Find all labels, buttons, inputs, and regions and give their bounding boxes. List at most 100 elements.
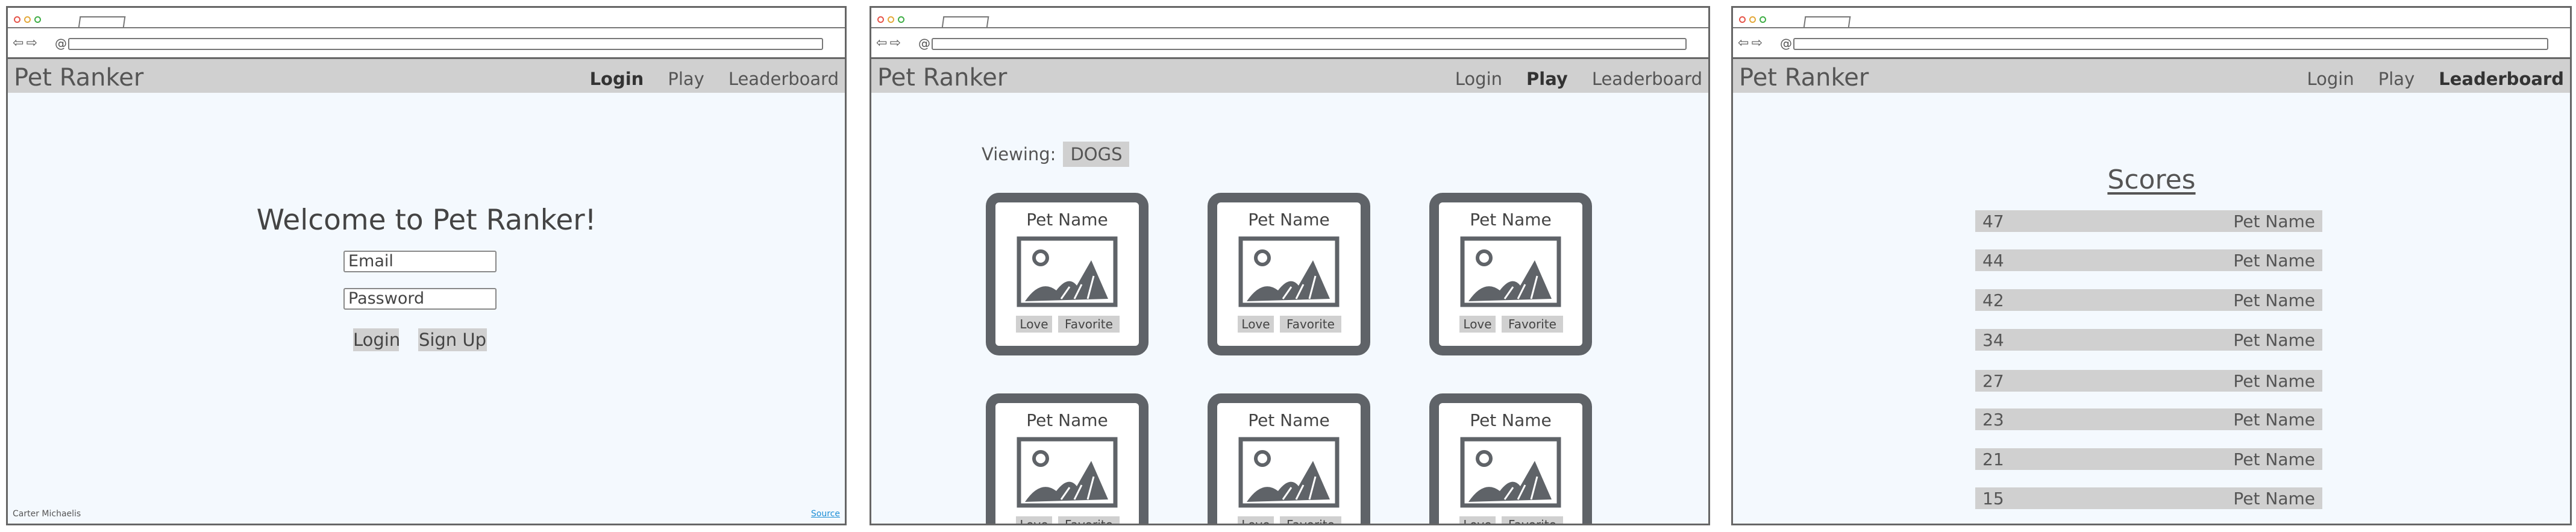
main-nav: Login Play Leaderboard bbox=[590, 69, 839, 89]
pet-card: Pet Name Love Favorite bbox=[986, 393, 1149, 524]
score-row[interactable]: 23 Pet Name bbox=[1975, 408, 2322, 430]
maximize-window-icon[interactable] bbox=[898, 16, 904, 23]
score-row[interactable]: 27 Pet Name bbox=[1975, 370, 2322, 392]
score-row[interactable]: 47 Pet Name bbox=[1975, 210, 2322, 232]
score-value: 23 bbox=[1982, 409, 2004, 430]
favorite-button[interactable]: Favorite bbox=[1502, 516, 1563, 524]
pet-name: Pet Name bbox=[1470, 210, 1552, 230]
browser-chrome: ⇦ ⇨ @ bbox=[1733, 8, 2570, 59]
app-header: Pet Ranker Login Play Leaderboard bbox=[871, 59, 1708, 93]
browser-window-leaderboard: ⇦ ⇨ @ Pet Ranker Login Play Leaderboard … bbox=[1731, 6, 2572, 525]
close-window-icon[interactable] bbox=[877, 16, 884, 23]
window-controls bbox=[877, 16, 904, 23]
love-button[interactable]: Love bbox=[1459, 316, 1496, 333]
score-value: 21 bbox=[1982, 449, 2004, 469]
close-window-icon[interactable] bbox=[1739, 16, 1746, 23]
main-nav: Login Play Leaderboard bbox=[1455, 69, 1702, 89]
app-header: Pet Ranker Login Play Leaderboard bbox=[8, 59, 845, 93]
address-bar[interactable] bbox=[932, 38, 1687, 50]
app-header: Pet Ranker Login Play Leaderboard bbox=[1733, 59, 2570, 93]
globe-icon: @ bbox=[55, 36, 67, 51]
pet-card: Pet Name Love Favorite bbox=[1429, 393, 1592, 524]
favorite-button[interactable]: Favorite bbox=[1058, 516, 1120, 524]
globe-icon: @ bbox=[918, 36, 930, 51]
address-bar[interactable] bbox=[1793, 38, 2548, 50]
sign-up-button[interactable]: Sign Up bbox=[418, 328, 487, 351]
favorite-button[interactable]: Favorite bbox=[1502, 316, 1563, 333]
nav-login[interactable]: Login bbox=[2307, 69, 2354, 89]
score-value: 47 bbox=[1982, 211, 2004, 231]
favorite-button[interactable]: Favorite bbox=[1280, 316, 1341, 333]
browser-window-login: ⇦ ⇨ @ Pet Ranker Login Play Leaderboard … bbox=[6, 6, 847, 525]
login-button[interactable]: Login bbox=[353, 328, 400, 351]
favorite-button[interactable]: Favorite bbox=[1280, 516, 1341, 524]
pet-name: Pet Name bbox=[2233, 330, 2315, 350]
love-button[interactable]: Love bbox=[1016, 316, 1052, 333]
source-link[interactable]: Source bbox=[811, 509, 840, 519]
nav-leaderboard[interactable]: Leaderboard bbox=[1592, 69, 1702, 89]
app-title[interactable]: Pet Ranker bbox=[14, 64, 143, 92]
love-button[interactable]: Love bbox=[1238, 316, 1274, 333]
score-value: 27 bbox=[1982, 371, 2004, 391]
main-nav: Login Play Leaderboard bbox=[2307, 69, 2565, 89]
tab-strip-divider bbox=[871, 27, 1708, 28]
pet-name: Pet Name bbox=[2233, 488, 2315, 509]
viewing-filter: Viewing: DOGS bbox=[982, 142, 1130, 167]
pet-name: Pet Name bbox=[2233, 290, 2315, 310]
nav-leaderboard[interactable]: Leaderboard bbox=[729, 69, 839, 89]
category-selector[interactable]: DOGS bbox=[1063, 142, 1130, 167]
minimize-window-icon[interactable] bbox=[1749, 16, 1756, 23]
nav-leaderboard[interactable]: Leaderboard bbox=[2439, 69, 2564, 89]
score-value: 15 bbox=[1982, 488, 2004, 509]
love-button[interactable]: Love bbox=[1016, 516, 1052, 524]
address-bar[interactable] bbox=[68, 38, 823, 50]
scores-heading: Scores bbox=[2107, 164, 2196, 195]
forward-arrow-icon[interactable]: ⇨ bbox=[26, 37, 37, 50]
forward-arrow-icon[interactable]: ⇨ bbox=[889, 37, 900, 50]
back-arrow-icon[interactable]: ⇦ bbox=[876, 37, 887, 50]
welcome-heading: Welcome to Pet Ranker! bbox=[256, 204, 597, 237]
pet-name: Pet Name bbox=[1470, 410, 1552, 430]
nav-play[interactable]: Play bbox=[1526, 69, 1568, 89]
score-row[interactable]: 44 Pet Name bbox=[1975, 249, 2322, 271]
pet-name: Pet Name bbox=[1248, 410, 1330, 430]
maximize-window-icon[interactable] bbox=[34, 16, 41, 23]
minimize-window-icon[interactable] bbox=[888, 16, 894, 23]
minimize-window-icon[interactable] bbox=[24, 16, 31, 23]
pet-card: Pet Name Love Favorite bbox=[1208, 393, 1370, 524]
love-button[interactable]: Love bbox=[1238, 516, 1274, 524]
globe-icon: @ bbox=[1780, 36, 1792, 51]
app-title[interactable]: Pet Ranker bbox=[1739, 64, 1869, 92]
pet-name: Pet Name bbox=[1026, 210, 1108, 230]
maximize-window-icon[interactable] bbox=[1760, 16, 1766, 23]
nav-play[interactable]: Play bbox=[668, 69, 704, 89]
image-placeholder-icon bbox=[1238, 437, 1340, 508]
favorite-button[interactable]: Favorite bbox=[1058, 316, 1120, 333]
score-row[interactable]: 42 Pet Name bbox=[1975, 289, 2322, 311]
nav-login[interactable]: Login bbox=[590, 69, 644, 89]
score-row[interactable]: 34 Pet Name bbox=[1975, 329, 2322, 351]
image-placeholder-icon bbox=[1460, 437, 1561, 508]
nav-play[interactable]: Play bbox=[2378, 69, 2415, 89]
score-value: 42 bbox=[1982, 290, 2004, 310]
browser-tab[interactable] bbox=[1803, 16, 1851, 28]
back-arrow-icon[interactable]: ⇦ bbox=[1738, 37, 1749, 50]
back-arrow-icon[interactable]: ⇦ bbox=[13, 37, 24, 50]
score-row[interactable]: 21 Pet Name bbox=[1975, 448, 2322, 470]
forward-arrow-icon[interactable]: ⇨ bbox=[1751, 37, 1762, 50]
pet-name: Pet Name bbox=[1026, 410, 1108, 430]
email-field[interactable]: Email bbox=[343, 251, 497, 272]
nav-login[interactable]: Login bbox=[1455, 69, 1502, 89]
pet-name: Pet Name bbox=[2233, 409, 2315, 430]
image-placeholder-icon bbox=[1460, 236, 1561, 307]
browser-tab[interactable] bbox=[941, 16, 989, 28]
app-title[interactable]: Pet Ranker bbox=[877, 64, 1007, 92]
tab-strip-divider bbox=[8, 27, 845, 28]
password-field[interactable]: Password bbox=[343, 288, 497, 310]
love-button[interactable]: Love bbox=[1459, 516, 1496, 524]
close-window-icon[interactable] bbox=[14, 16, 20, 23]
window-controls bbox=[14, 16, 41, 23]
score-row[interactable]: 15 Pet Name bbox=[1975, 487, 2322, 509]
browser-tab[interactable] bbox=[78, 16, 126, 28]
pet-name: Pet Name bbox=[2233, 211, 2315, 231]
